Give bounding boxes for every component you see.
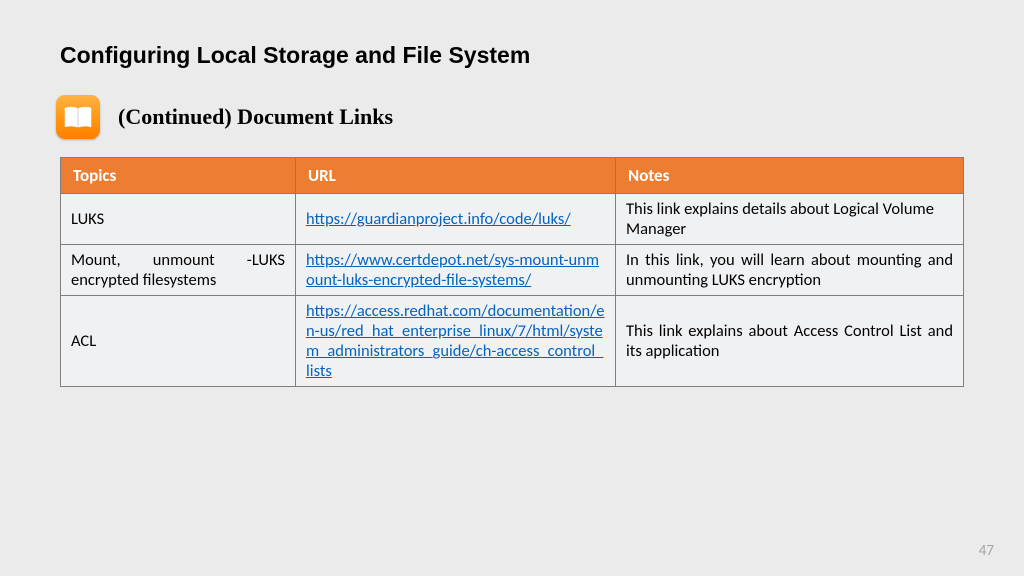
- table-header-row: Topics URL Notes: [61, 158, 964, 194]
- header-topics: Topics: [61, 158, 296, 194]
- header-url: URL: [296, 158, 616, 194]
- cell-topic: LUKS: [61, 194, 296, 245]
- doc-link[interactable]: https://access.redhat.com/documentation/…: [306, 301, 605, 381]
- cell-url: https://guardianproject.info/code/luks/: [296, 194, 616, 245]
- subtitle: (Continued) Document Links: [118, 104, 393, 130]
- table-row: ACLhttps://access.redhat.com/documentati…: [61, 296, 964, 387]
- cell-topic: Mount, unmount -LUKS encrypted filesyste…: [61, 245, 296, 296]
- page-number: 47: [979, 542, 994, 560]
- cell-topic: ACL: [61, 296, 296, 387]
- cell-notes: This link explains details about Logical…: [616, 194, 964, 245]
- cell-url: https://access.redhat.com/documentation/…: [296, 296, 616, 387]
- subtitle-row: (Continued) Document Links: [56, 95, 964, 139]
- doc-link[interactable]: https://www.certdepot.net/sys-mount-unmo…: [306, 250, 599, 290]
- links-table: Topics URL Notes LUKS https://guardianpro…: [60, 157, 964, 387]
- book-icon: [56, 95, 100, 139]
- page-title: Configuring Local Storage and File Syste…: [60, 42, 964, 69]
- table-row: LUKS https://guardianproject.info/code/lu…: [61, 194, 964, 245]
- table-row: Mount, unmount -LUKS encrypted filesyste…: [61, 245, 964, 296]
- cell-notes: This link explains about Access Control …: [616, 296, 964, 387]
- header-notes: Notes: [616, 158, 964, 194]
- cell-url: https://www.certdepot.net/sys-mount-unmo…: [296, 245, 616, 296]
- doc-link[interactable]: https://guardianproject.info/code/luks/: [306, 209, 571, 229]
- cell-notes: In this link, you will learn about mount…: [616, 245, 964, 296]
